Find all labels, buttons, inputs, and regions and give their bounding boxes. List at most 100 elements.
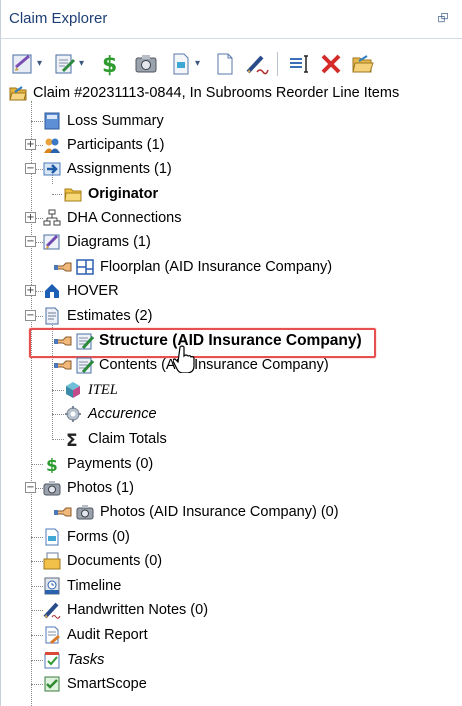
tree-item-label: Photos (AID Insurance Company) (0) (100, 504, 339, 520)
smartscope-icon (44, 676, 60, 692)
audit-report-icon (45, 626, 60, 644)
collapse-toggle[interactable]: − (25, 482, 36, 493)
hover-house-icon (45, 284, 59, 298)
text-cursor-icon[interactable] (287, 52, 313, 76)
assignment-arrow-icon (43, 162, 61, 176)
tree-item-label: Forms (0) (67, 529, 130, 545)
tree-guide-line (52, 439, 64, 440)
expand-toggle[interactable]: + (25, 212, 36, 223)
edit-document-icon[interactable]: ▾ (53, 52, 93, 76)
camera-icon (76, 505, 94, 520)
dollar-green-icon: $ (46, 456, 58, 473)
edit-claim-icon[interactable]: ▾ (11, 52, 51, 76)
tree-guide-line (31, 464, 43, 465)
tree-item-label: Handwritten Notes (0) (67, 602, 209, 618)
blank-page-icon[interactable] (213, 52, 239, 76)
tree-item-label: SmartScope (67, 676, 147, 692)
network-icon (43, 209, 61, 226)
dropdown-arrow-icon[interactable]: ▾ (195, 58, 200, 69)
pin-icon[interactable]: ⮺ (435, 10, 451, 26)
open-folder-icon[interactable] (351, 52, 377, 76)
tree-item-label: Documents (0) (67, 553, 163, 569)
collapse-toggle[interactable]: − (25, 236, 36, 247)
collapse-toggle[interactable]: − (25, 310, 36, 321)
toolbar-separator (277, 52, 278, 76)
expand-toggle[interactable]: + (25, 139, 36, 150)
collapse-toggle[interactable]: − (25, 163, 36, 174)
tree-guide-line (31, 561, 43, 562)
dollar-icon[interactable]: $ (97, 52, 123, 76)
tree-guide-line (31, 610, 43, 611)
tree-item-label: Claim Totals (88, 431, 167, 447)
tree-item-label: Structure (AID Insurance Company) (99, 332, 362, 349)
estimate-doc-icon (45, 307, 59, 325)
tree-root-claim[interactable]: Claim #20231113-0844, In Subrooms Reorde… (9, 82, 462, 104)
tree-item-label: Photos (1) (67, 480, 134, 496)
tree-item-label: Accurence (88, 406, 157, 422)
tree-item-label: HOVER (67, 283, 119, 299)
pointing-hand-icon (54, 360, 72, 370)
tree-guide-line (31, 684, 43, 685)
new-page-icon[interactable]: ▾ (169, 52, 209, 76)
tree-item-label: Timeline (67, 578, 122, 594)
dropdown-arrow-icon[interactable]: ▾ (79, 58, 84, 69)
tree-guide-line (31, 537, 43, 538)
tree-item-label: Estimates (2) (67, 308, 153, 324)
tree-item-label: Contents (AID Insurance Company) (99, 357, 329, 373)
panel-title: Claim Explorer (9, 10, 108, 27)
tree-item-label: Tasks (67, 652, 105, 668)
camera-icon[interactable] (134, 52, 160, 76)
tree-guide-line (31, 586, 43, 587)
tree-item-label: Participants (1) (67, 137, 165, 153)
tree-guide-line (31, 660, 43, 661)
toolbar: ▾ ▾ $ ▾ (1, 40, 462, 82)
folder-icon (64, 188, 82, 202)
diagram-icon (43, 234, 60, 250)
camera-icon (43, 481, 61, 496)
tasks-icon (44, 652, 60, 669)
claim-explorer-panel: Claim Explorer ⮺ ▾ ▾ $ ▾ Claim #20231113… (0, 0, 462, 706)
accurence-gear-icon (65, 406, 81, 422)
tree-item-label: Claim #20231113-0844, In Subrooms Reorde… (33, 85, 400, 101)
documents-stack-icon (43, 552, 61, 570)
tree-item-label: Payments (0) (67, 456, 154, 472)
tree-item-label: ITEL (88, 382, 118, 398)
timeline-icon (44, 577, 60, 595)
handwritten-note-icon[interactable] (245, 52, 271, 76)
tree-guide-line (52, 414, 64, 415)
tree-item-label: Loss Summary (67, 113, 164, 129)
floorplan-icon (76, 259, 94, 275)
expand-toggle[interactable]: + (25, 285, 36, 296)
pointing-hand-icon (54, 336, 72, 346)
dropdown-arrow-icon[interactable]: ▾ (37, 58, 42, 69)
sigma-icon: Σ (66, 431, 78, 448)
tree-guide-line (31, 121, 43, 122)
form-page-icon (45, 528, 59, 546)
pointing-hand-icon (54, 507, 72, 517)
tree-item-label: Diagrams (1) (67, 234, 151, 250)
tree-item-label: Floorplan (AID Insurance Company) (100, 259, 333, 275)
tree-guide-line (31, 660, 32, 706)
handwritten-note-icon (43, 602, 61, 619)
itel-cube-icon (66, 382, 80, 398)
tree-guide-line (52, 194, 62, 195)
tree-item-label: DHA Connections (67, 210, 182, 226)
hand-cursor-icon (173, 345, 195, 373)
tree-item-label: Originator (88, 186, 159, 202)
claim-tree: Claim #20231113-0844, In Subrooms Reorde… (1, 80, 462, 706)
tree-guide-line (52, 390, 64, 391)
svg-text:$: $ (46, 456, 58, 473)
document-blue-icon (44, 112, 60, 130)
estimate-edit-icon (76, 333, 94, 350)
panel-titlebar: Claim Explorer ⮺ (1, 0, 462, 39)
svg-text:$: $ (102, 53, 117, 76)
tree-guide-line (31, 635, 43, 636)
pointing-hand-icon (54, 262, 72, 272)
people-icon (44, 138, 60, 153)
delete-x-icon[interactable] (319, 52, 345, 76)
tree-item-label: Audit Report (67, 627, 148, 643)
tree-guide-line (31, 101, 32, 659)
estimate-edit-icon (76, 357, 94, 374)
svg-text:Σ: Σ (66, 431, 78, 448)
tree-item-label: Assignments (1) (67, 161, 172, 177)
